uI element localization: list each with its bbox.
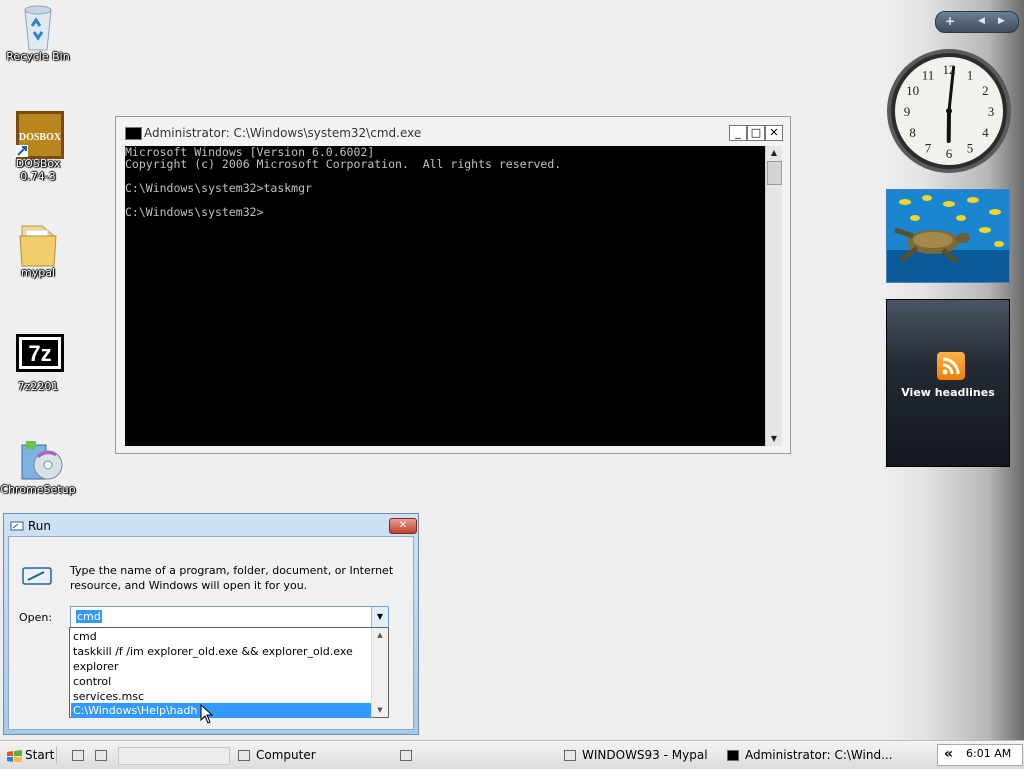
start-icon [6,749,24,763]
close-button[interactable]: ✕ [765,125,783,141]
clock-numeral: 10 [906,83,919,98]
desktop-icon-recycle-bin[interactable]: Recycle Bin [0,4,76,63]
dropdown-arrow-icon[interactable]: ▼ [371,607,388,627]
dosbox-label: DOSBox 0.74-3 [0,157,76,183]
system-tray: « 6:01 AM [937,744,1023,766]
history-item[interactable]: services.msc [71,689,373,704]
run-dialog-title: Run [28,519,51,533]
open-input-value[interactable]: cmd [76,610,102,623]
dosbox-icon: DOSBOX [16,111,60,155]
taskbar-item-computer[interactable]: Computer [256,748,316,762]
rss-icon [937,352,965,380]
clock-numeral: 7 [925,140,932,155]
scroll-down-icon[interactable]: ▼ [372,706,388,714]
maximize-button[interactable]: □ [747,125,765,141]
history-item[interactable]: control [71,674,373,689]
clock-time[interactable]: 6:01 AM [966,747,1011,760]
scroll-up-icon[interactable]: ▲ [372,631,388,639]
clock-numeral: 5 [967,140,974,155]
quick-launch-bar [118,747,230,765]
run-close-button[interactable]: ✕ [389,518,417,534]
folder-icon [16,220,60,264]
open-combobox[interactable]: cmd ▼ [70,606,389,628]
taskbar-separator [56,746,57,764]
start-button[interactable]: Start [25,748,54,762]
cmd-taskbar-icon [727,750,739,761]
switch-windows-icon[interactable] [95,750,107,761]
history-item[interactable]: taskkill /f /im explorer_old.exe && expl… [71,644,373,659]
history-item[interactable]: cmd [71,629,373,644]
cmd-window[interactable]: Administrator: C:\Windows\system32\cmd.e… [115,116,791,454]
mypal-taskbar-icon [564,750,576,761]
folder-taskbar-icon[interactable] [400,750,412,761]
feed-headlines-gadget[interactable]: View headlines [886,299,1010,467]
view-headlines-link[interactable]: View headlines [887,386,1009,399]
desktop-icon-dosbox[interactable]: DOSBOX DOSBox 0.74-3 [0,111,76,183]
desktop-icon-mypal[interactable]: mypal [0,220,76,279]
scroll-down-icon[interactable]: ▼ [766,432,782,446]
mouse-cursor-icon [200,704,214,724]
cmd-vertical-scrollbar[interactable]: ▲ ▼ [765,146,782,446]
previous-icon[interactable]: ◀ [978,16,985,26]
tray-chevron-icon[interactable]: « [944,746,953,762]
add-gadget-icon[interactable]: + [945,14,955,28]
computer-taskbar-icon [238,750,250,761]
clock-face: 121234567891011 [886,48,1012,174]
cmd-app-icon [125,127,142,140]
desktop-icon-chromesetup[interactable]: ChromeSetup [0,437,76,496]
clock-numeral: 8 [909,125,916,140]
clock-numeral: 9 [904,104,911,119]
sea-turtle-photo [887,190,1010,283]
open-label: Open: [19,611,52,624]
recycle-bin-icon [16,4,60,48]
run-history-list[interactable]: cmd taskkill /f /im explorer_old.exe && … [69,627,389,718]
sidebar-controls: + ◀ ▶ [935,11,1019,33]
clock-numeral: 2 [982,83,989,98]
cmd-title-bar[interactable]: Administrator: C:\Windows\system32\cmd.e… [116,117,790,147]
taskbar-item-cmd[interactable]: Administrator: C:\Wind... [745,748,893,762]
7zip-label: 7z2201 [0,380,76,393]
clock-numeral: 6 [946,146,953,161]
scroll-up-icon[interactable]: ▲ [766,146,782,160]
desktop-icon-7zip[interactable]: 7z 7z2201 [0,334,76,393]
run-description: Type the name of a program, folder, docu… [70,563,400,593]
run-program-icon [22,565,52,587]
dosbox-logo-text: DOSBOX [19,132,62,143]
clock-numeral: 4 [982,125,989,140]
history-scrollbar[interactable]: ▲ ▼ [371,628,388,717]
taskbar: Start Computer WINDOWS93 - Mypal Adminis… [0,740,1024,769]
7zip-icon: 7z [16,334,60,378]
clock-gadget[interactable]: 121234567891011 [886,48,1012,174]
slideshow-gadget[interactable] [886,189,1010,283]
next-icon[interactable]: ▶ [998,16,1005,26]
console-output[interactable]: Microsoft Windows [Version 6.0.6002] Cop… [125,146,765,446]
clock-numeral: 11 [922,68,935,83]
history-item-selected[interactable]: C:\Windows\Help\hadh [71,703,373,718]
setup-disc-icon [16,437,60,481]
taskbar-item-mypal[interactable]: WINDOWS93 - Mypal [582,748,708,762]
clock-numeral: 1 [967,68,974,83]
history-item[interactable]: explorer [71,659,373,674]
7zip-logo-text: 7z [28,341,51,366]
cmd-window-title: Administrator: C:\Windows\system32\cmd.e… [144,126,421,140]
run-title-icon [10,520,24,532]
minimize-button[interactable]: _ [729,125,747,141]
clock-numeral: 3 [988,104,995,119]
show-desktop-icon[interactable] [72,750,84,761]
scroll-thumb[interactable] [767,161,782,185]
